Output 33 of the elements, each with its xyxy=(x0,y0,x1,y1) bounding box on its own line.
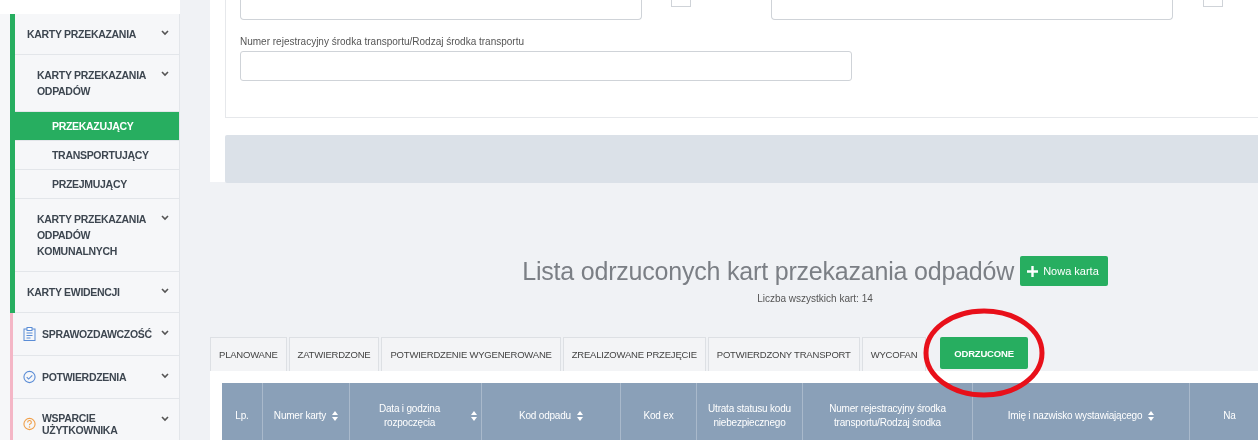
tab[interactable]: ZREALIZOWANE PRZEJĘCIE xyxy=(562,337,706,371)
sidebar-item[interactable]: WSPARCIE UŻYTKOWNIKA xyxy=(13,399,179,440)
chevron-down-icon xyxy=(161,288,169,294)
checkbox[interactable] xyxy=(1203,0,1223,7)
sidebar-item[interactable]: POTWIERDZENIA xyxy=(13,356,179,399)
chevron-down-icon xyxy=(161,71,169,77)
sidebar-item[interactable]: SPRAWOZDAWCZOŚĆ xyxy=(13,313,179,356)
input-field[interactable] xyxy=(240,0,642,20)
tab[interactable]: WYCOFAN xyxy=(861,337,927,371)
question-circle-icon xyxy=(23,417,36,431)
chevron-down-icon xyxy=(161,215,169,221)
tab[interactable]: POTWIERDZENIE WYGENEROWANE xyxy=(381,337,561,371)
tab[interactable]: ZATWIERDZONE xyxy=(288,337,380,371)
card-count: Liczba wszystkich kart: 14 xyxy=(757,293,873,304)
sidebar-item[interactable]: KARTY PRZEKAZANIA ODPADÓW KOMUNALNYCH xyxy=(15,199,179,272)
input-field[interactable] xyxy=(771,0,1173,20)
sidebar-item[interactable]: KARTY EWIDENCJI xyxy=(15,272,179,313)
check-circle-icon xyxy=(23,370,36,384)
clipboard-icon xyxy=(23,327,36,341)
sidebar-item[interactable]: KARTY PRZEKAZANIA xyxy=(15,14,179,55)
tab[interactable]: PLANOWANE xyxy=(210,337,287,371)
page-title: Lista odrzuconych kart przekazania odpadów xyxy=(522,256,1015,286)
sidebar-item[interactable]: TRANSPORTUJĄCY xyxy=(15,141,179,170)
plus-icon xyxy=(1027,265,1039,277)
chevron-down-icon xyxy=(161,30,169,36)
chevron-down-icon xyxy=(161,373,169,379)
tab[interactable]: POTWIERDZONY TRANSPORT xyxy=(707,337,860,371)
field-label: Numer rejestracyjny środka transportu/Rodzaj środka transportu xyxy=(240,36,524,47)
chevron-down-icon xyxy=(161,416,169,422)
chevron-down-icon xyxy=(161,330,169,336)
sidebar-item[interactable]: PRZEJMUJĄCY xyxy=(15,170,179,199)
checkbox[interactable] xyxy=(671,0,691,7)
input-field[interactable] xyxy=(240,51,852,81)
